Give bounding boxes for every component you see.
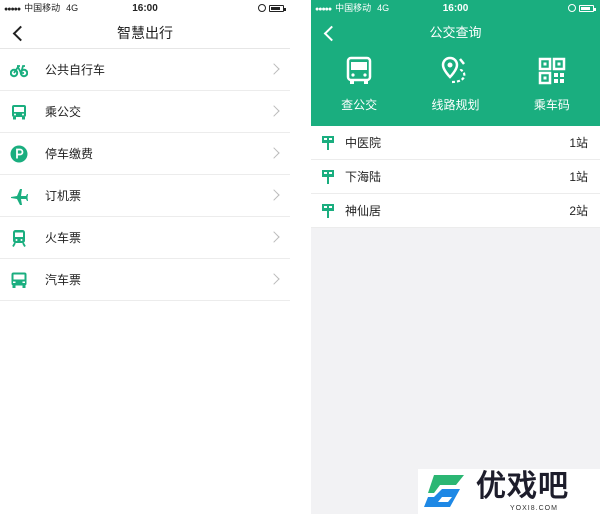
bus-icon bbox=[12, 105, 26, 120]
smart-travel-screen: ●●●●● 中国移动 4G 16:00 智慧出行 公共自行车 乘公交 停车缴费 … bbox=[0, 0, 290, 514]
menu-item-parking[interactable]: 停车缴费 bbox=[0, 133, 290, 175]
menu-item-label: 订机票 bbox=[45, 189, 82, 203]
travel-menu: 公共自行车 乘公交 停车缴费 订机票 火车票 汽车票 bbox=[0, 49, 290, 301]
status-time: 16:00 bbox=[132, 3, 158, 14]
bus-stop-icon bbox=[322, 136, 334, 150]
menu-item-bicycle[interactable]: 公共自行车 bbox=[0, 49, 290, 91]
status-bar: ●●●●● 中国移动 4G 16:00 bbox=[0, 0, 290, 17]
bus-front-icon bbox=[346, 56, 372, 84]
chevron-right-icon bbox=[268, 63, 280, 75]
menu-item-label: 火车票 bbox=[45, 231, 82, 245]
page-title: 公交查询 bbox=[429, 25, 482, 40]
airplane-icon bbox=[11, 189, 28, 205]
action-check-bus[interactable]: 查公交 bbox=[311, 49, 407, 126]
action-ride-code[interactable]: 乘车码 bbox=[504, 49, 600, 126]
chevron-right-icon bbox=[268, 189, 280, 201]
station-row[interactable]: 神仙居 2站 bbox=[311, 194, 600, 228]
chevron-right-icon bbox=[268, 273, 280, 285]
nav-bar: 公交查询 bbox=[311, 17, 600, 49]
station-name: 下海陆 bbox=[345, 170, 382, 184]
station-distance: 1站 bbox=[569, 170, 588, 184]
menu-item-flight[interactable]: 订机票 bbox=[0, 175, 290, 217]
station-row[interactable]: 下海陆 1站 bbox=[311, 160, 600, 194]
brand-name: 优戏吧 bbox=[476, 470, 569, 503]
page-title: 智慧出行 bbox=[117, 25, 173, 41]
green-header: ●●●●● 中国移动 4G 16:00 公交查询 查公交 线路规划 乘车码 bbox=[311, 0, 600, 126]
brand-url: YOXI8.COM bbox=[510, 505, 558, 512]
chevron-right-icon bbox=[268, 231, 280, 243]
station-distance: 1站 bbox=[569, 136, 588, 150]
station-name: 中医院 bbox=[345, 136, 382, 150]
coach-icon bbox=[11, 272, 27, 288]
status-bar: ●●●●● 中国移动 4G 16:00 bbox=[311, 0, 600, 17]
menu-item-bus[interactable]: 乘公交 bbox=[0, 91, 290, 133]
nearby-stations-list: 中医院 1站 下海陆 1站 神仙居 2站 bbox=[311, 126, 600, 228]
menu-item-coach[interactable]: 汽车票 bbox=[0, 259, 290, 301]
action-label: 乘车码 bbox=[533, 98, 570, 112]
menu-item-label: 公共自行车 bbox=[45, 63, 106, 77]
brand-logo-icon bbox=[424, 475, 464, 507]
alarm-icon bbox=[258, 4, 266, 12]
station-row[interactable]: 中医院 1站 bbox=[311, 126, 600, 160]
station-name: 神仙居 bbox=[345, 204, 382, 218]
parking-icon bbox=[10, 145, 28, 163]
alarm-icon bbox=[568, 4, 576, 12]
menu-item-label: 乘公交 bbox=[45, 105, 82, 119]
chevron-right-icon bbox=[268, 105, 280, 117]
menu-item-train[interactable]: 火车票 bbox=[0, 217, 290, 259]
train-icon bbox=[12, 230, 26, 247]
action-label: 线路规划 bbox=[431, 98, 480, 112]
station-distance: 2站 bbox=[569, 204, 588, 218]
qr-code-icon bbox=[538, 57, 566, 85]
bus-stop-icon bbox=[322, 204, 334, 218]
route-pin-icon bbox=[442, 56, 466, 84]
action-route-plan[interactable]: 线路规划 bbox=[407, 49, 503, 126]
menu-item-label: 汽车票 bbox=[45, 273, 82, 287]
quick-actions: 查公交 线路规划 乘车码 bbox=[311, 49, 600, 126]
status-time: 16:00 bbox=[442, 3, 469, 14]
bicycle-icon bbox=[10, 65, 28, 78]
menu-item-label: 停车缴费 bbox=[45, 147, 94, 161]
battery-icon bbox=[269, 5, 286, 12]
bus-stop-icon bbox=[322, 170, 334, 184]
bus-query-screen: ●●●●● 中国移动 4G 16:00 公交查询 查公交 线路规划 乘车码 中医… bbox=[311, 0, 600, 514]
chevron-right-icon bbox=[268, 147, 280, 159]
action-label: 查公交 bbox=[341, 98, 378, 112]
site-watermark: 优戏吧 YOXI8.COM bbox=[418, 469, 600, 514]
nav-bar: 智慧出行 bbox=[0, 17, 290, 49]
battery-icon bbox=[579, 5, 596, 12]
